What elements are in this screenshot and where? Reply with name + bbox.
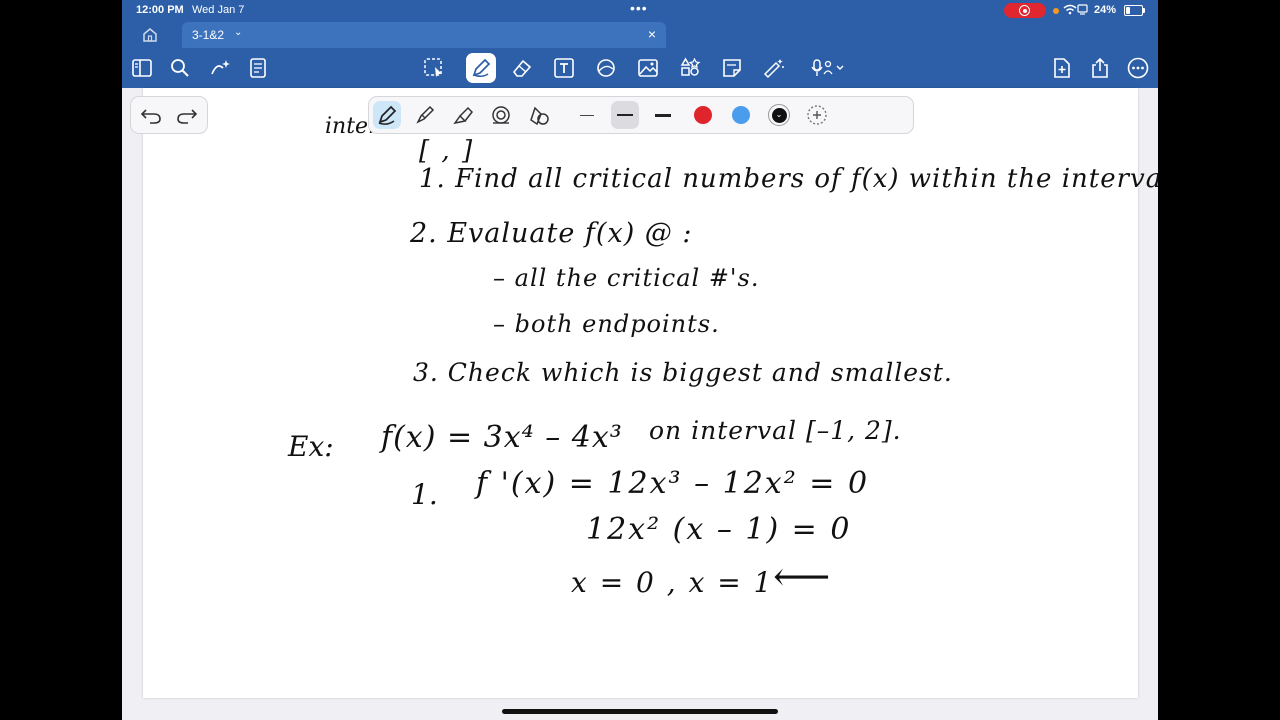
notebook-icon[interactable] [244,54,272,82]
note-step-3: 3. Check which is biggest and smallest. [413,358,953,387]
mic-in-use-indicator [1053,8,1059,14]
handwritten-notes: inter [ , ] 1. Find all critical numbers… [143,88,1158,698]
color-swatch-red[interactable] [689,101,717,129]
thick-stroke-option[interactable] [649,101,677,129]
note-step-1: 1. Find all critical numbers of f(x) wit… [419,164,1158,194]
spiral-icon[interactable] [487,101,515,129]
goodnotes-screen: 12:00 PM Wed Jan 7 ••• 24% 3-1&2 ⌄ × int… [122,0,1158,720]
undo-redo-panel [130,96,208,134]
solution-derivative: f '(x) = 12x³ – 12x² = 0 [476,466,870,501]
note-bullet-critical: – all the critical #'s. [493,264,760,292]
status-bar: 12:00 PM Wed Jan 7 ••• 24% [122,0,1158,22]
status-date: Wed Jan 7 [192,4,245,16]
record-icon [1019,5,1030,16]
thin-stroke-option[interactable] [573,101,601,129]
arrow-icon: ⟵ [773,554,831,600]
pen-icon[interactable] [466,53,496,83]
more-icon[interactable] [1124,54,1152,82]
multitasking-dots-icon[interactable]: ••• [630,0,648,16]
fountain-pen-icon[interactable] [373,101,401,129]
ball-pen-icon[interactable] [411,101,439,129]
example-label: Ex: [288,430,334,463]
sticky-note-icon[interactable] [718,54,746,82]
wifi-icon [1063,3,1089,20]
note-bullet-endpoints: – both endpoints. [493,310,720,338]
solution-step-label: 1. [411,478,438,511]
main-toolbar [122,48,1158,88]
chevron-down-icon[interactable]: ⌄ [234,27,242,38]
share-icon[interactable] [1086,54,1114,82]
sticker-icon[interactable] [676,54,704,82]
home-indicator[interactable] [502,709,778,714]
color-swatch-blue[interactable] [727,101,755,129]
sparkle-icon[interactable] [206,54,234,82]
solution-roots: x = 0 , x = 1 [571,566,774,599]
battery-level [1126,7,1130,14]
add-color-icon[interactable] [803,101,831,129]
medium-stroke-option[interactable] [611,101,639,129]
brush-pen-icon[interactable] [449,101,477,129]
tab-title: 3-1&2 [192,28,225,42]
color-swatch-black[interactable]: ⌄ [765,101,793,129]
home-icon[interactable] [136,25,164,47]
note-step-2: 2. Evaluate f(x) @ : [410,218,693,249]
battery-icon [1124,5,1145,16]
search-icon[interactable] [166,54,194,82]
example-interval: on interval [–1, 2]. [649,416,902,445]
example-function: f(x) = 3x⁴ – 4x³ [381,420,623,455]
solution-factored: 12x² (x – 1) = 0 [586,512,852,547]
notebook-page[interactable]: inter [ , ] 1. Find all critical numbers… [143,88,1158,698]
tab-bar: 3-1&2 ⌄ × [122,22,1158,48]
sidebar-icon[interactable] [128,54,156,82]
shapes-icon[interactable] [592,54,620,82]
status-time: 12:00 PM [136,4,184,16]
interval-bracket: [ , ] [419,136,475,166]
redo-icon[interactable] [173,101,201,129]
magic-wand-icon[interactable] [760,54,788,82]
text-box-icon[interactable] [550,54,578,82]
close-tab-icon[interactable]: × [648,26,656,42]
document-tab[interactable]: 3-1&2 ⌄ × [182,22,666,48]
screen-recording-indicator[interactable] [1004,3,1046,18]
audio-icon[interactable] [810,54,850,82]
battery-percent: 24% [1094,4,1117,16]
pen-tools-panel: ⌄ [368,96,914,134]
ellipse-pen-icon[interactable] [525,101,553,129]
eraser-icon[interactable] [508,54,536,82]
add-page-icon[interactable] [1048,54,1076,82]
lasso-icon[interactable] [420,54,448,82]
undo-icon[interactable] [137,101,165,129]
image-icon[interactable] [634,54,662,82]
